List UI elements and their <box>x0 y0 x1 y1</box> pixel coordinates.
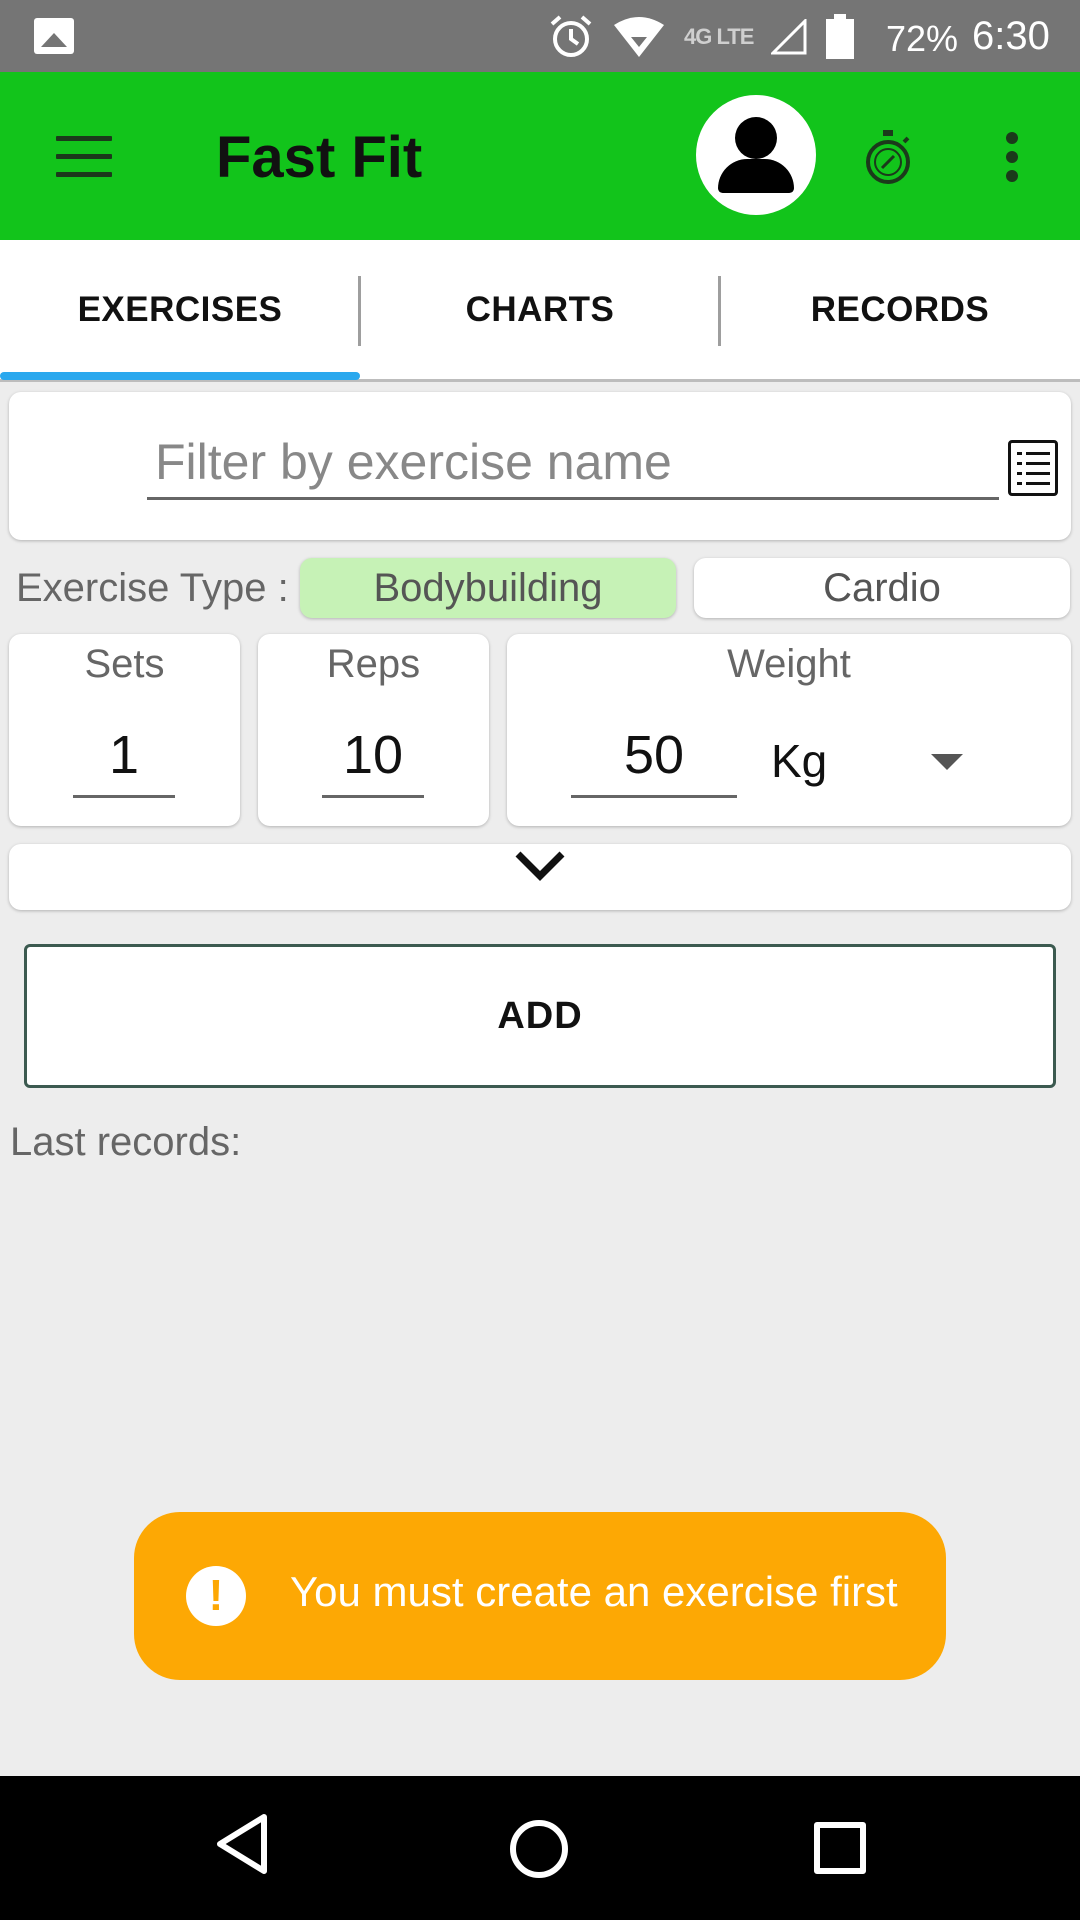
filter-card <box>9 392 1071 540</box>
toast-message: You must create an exercise first <box>290 1568 898 1615</box>
bodybuilding-toggle[interactable]: Bodybuilding <box>300 558 676 618</box>
recent-apps-icon[interactable] <box>814 1822 866 1874</box>
alert-icon: ! <box>186 1566 246 1626</box>
tab-charts[interactable]: CHARTS <box>360 240 720 380</box>
app-bar: Fast Fit <box>0 72 1080 240</box>
error-toast: ! You must create an exercise first <box>134 1512 946 1680</box>
weight-unit-select[interactable]: Kg <box>771 734 827 788</box>
add-button[interactable]: ADD <box>24 944 1056 1088</box>
sets-label: Sets <box>84 642 165 686</box>
status-icons: 4G LTE <box>548 12 855 62</box>
weight-card: Weight 50 Kg <box>507 634 1071 826</box>
alarm-icon <box>550 15 592 57</box>
reps-label: Reps <box>326 642 421 686</box>
menu-icon[interactable] <box>56 136 112 177</box>
sets-card: Sets 1 <box>9 634 240 826</box>
battery-percent: 72% <box>886 18 959 59</box>
tab-records[interactable]: RECORDS <box>720 240 1080 380</box>
cell-signal-icon <box>771 19 807 55</box>
profile-avatar-button[interactable] <box>696 95 816 215</box>
weight-input[interactable]: 50 <box>571 724 737 798</box>
status-bar: 4G LTE 72% 6:30 <box>0 0 1080 72</box>
chevron-down-icon <box>515 851 565 881</box>
sets-input[interactable]: 1 <box>73 724 175 798</box>
system-nav-bar <box>0 1776 1080 1920</box>
clock: 6:30 <box>972 14 1050 58</box>
exercise-type-label: Exercise Type : <box>16 566 289 610</box>
network-type-label: 4G LTE <box>684 24 754 49</box>
wifi-icon <box>614 17 664 57</box>
stopwatch-icon[interactable] <box>864 130 912 186</box>
back-icon[interactable] <box>214 1812 270 1876</box>
exercise-list-icon[interactable] <box>1008 440 1058 496</box>
app-title: Fast Fit <box>216 125 423 190</box>
tab-exercises[interactable]: EXERCISES <box>0 240 360 380</box>
last-records-label: Last records: <box>10 1120 242 1164</box>
cardio-toggle[interactable]: Cardio <box>694 558 1070 618</box>
tab-indicator <box>0 372 360 380</box>
person-icon <box>735 117 777 159</box>
reps-input[interactable]: 10 <box>322 724 424 798</box>
weight-label: Weight <box>727 642 851 686</box>
exercise-filter-input[interactable] <box>147 426 999 500</box>
battery-icon <box>826 14 855 59</box>
reps-card: Reps 10 <box>258 634 489 826</box>
dropdown-arrow-icon[interactable] <box>931 754 963 770</box>
home-icon[interactable] <box>510 1820 568 1878</box>
more-options-icon[interactable] <box>1006 132 1020 182</box>
gallery-notification-icon <box>34 18 74 54</box>
tab-bar: EXERCISES CHARTS RECORDS <box>0 240 1080 382</box>
